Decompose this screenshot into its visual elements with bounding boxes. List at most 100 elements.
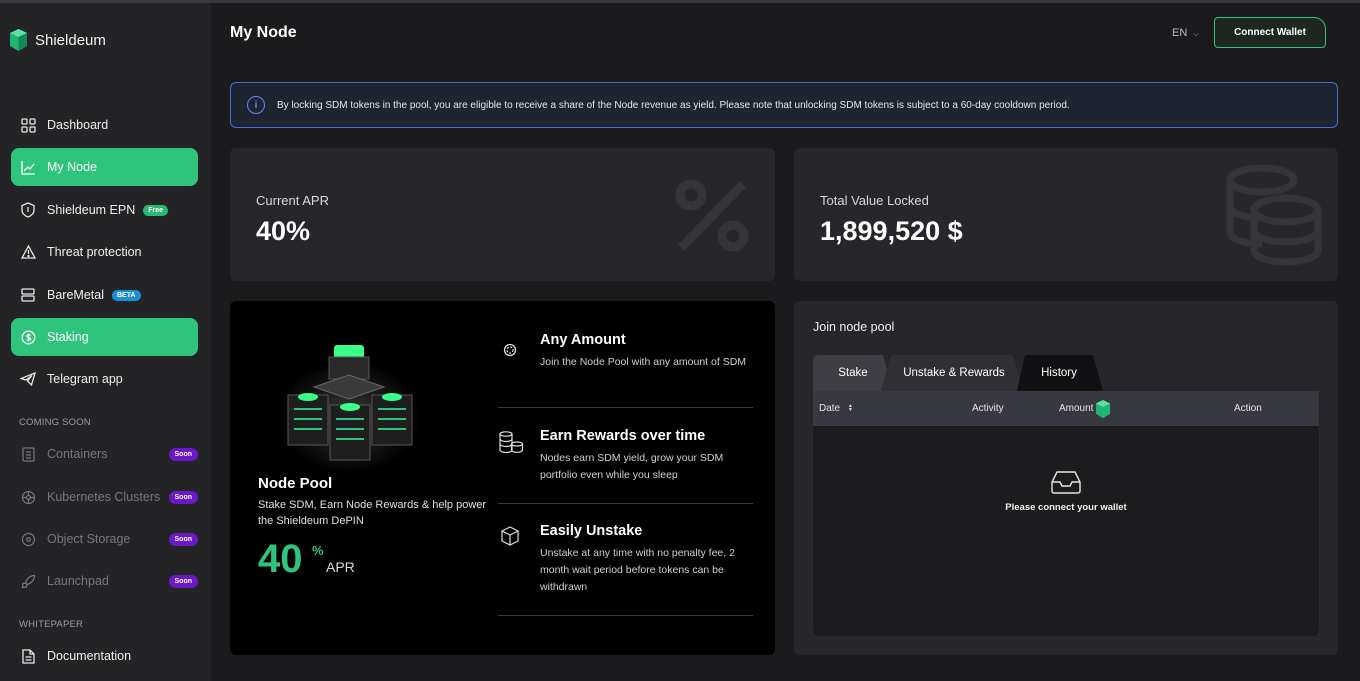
beta-badge: BETA [111, 289, 141, 301]
apr-value: 40% [256, 216, 311, 246]
pool-title: Node Pool [258, 475, 333, 492]
percent-icon [675, 179, 749, 252]
coming-soon-label: COMING SOON [19, 417, 91, 428]
rocket-icon [19, 572, 37, 590]
sidebar-item-label: Shieldeum EPN [47, 203, 136, 217]
apr-card: Current APR 40% [230, 148, 775, 281]
info-text: By locking SDM tokens in the pool, you a… [277, 99, 1070, 111]
page-title: My Node [230, 24, 297, 41]
divider [498, 407, 753, 408]
sidebar-item-label: Launchpad [47, 574, 109, 588]
sidebar-item-label: Telegram app [47, 372, 123, 386]
coin-stack-icon [499, 431, 524, 454]
sort-icon: ▲▼ [847, 403, 853, 414]
inbox-icon [1051, 471, 1081, 494]
staking-icon [19, 328, 37, 346]
sidebar-item-staking[interactable]: Staking [11, 318, 198, 356]
language-selector[interactable]: EN ⌵ [1172, 27, 1199, 39]
tvl-value: 1,899,520 $ [820, 216, 963, 246]
feature-description: Nodes earn SDM yield, grow your SDM port… [540, 452, 724, 481]
coin-icon [503, 343, 517, 357]
chevron-down-icon: ⌵ [1193, 31, 1199, 38]
feature-title: Easily Unstake [540, 523, 643, 539]
sidebar: Shieldeum Dashboard My Node Shieldeum EP… [0, 3, 211, 681]
column-label: Amount [1059, 403, 1094, 414]
divider [498, 503, 753, 504]
sidebar-item-documentation[interactable]: Documentation [11, 637, 198, 675]
tvl-card: Total Value Locked 1,899,520 $ [794, 148, 1338, 281]
language-value: EN [1172, 27, 1188, 39]
sidebar-item-launchpad[interactable]: Launchpad Soon [11, 562, 198, 600]
apr-label: Current APR [256, 193, 329, 208]
sidebar-item-telegram[interactable]: Telegram app [11, 360, 198, 398]
soon-badge: Soon [168, 490, 198, 504]
shieldeum-logo-icon [10, 29, 27, 51]
pool-apr-label: APR [326, 559, 355, 575]
column-activity: Activity [972, 403, 1004, 414]
sidebar-item-baremetal[interactable]: BareMetal BETA [11, 276, 198, 314]
shield-icon [19, 201, 37, 219]
column-action: Action [1234, 403, 1262, 414]
column-label: Date [819, 403, 841, 414]
sidebar-item-label: Documentation [47, 649, 132, 663]
tab-history[interactable]: History [1019, 355, 1099, 391]
brand[interactable]: Shieldeum [10, 29, 106, 51]
join-title: Join node pool [813, 320, 895, 334]
tvl-label: Total Value Locked [820, 193, 929, 208]
pool-apr-percent: % [312, 543, 324, 558]
soon-badge: Soon [168, 447, 198, 461]
table-header: Date ▲▼ Activity Amount Action [813, 391, 1319, 426]
divider [498, 615, 753, 616]
sidebar-item-label: Threat protection [47, 245, 142, 259]
warning-icon [19, 243, 37, 261]
sidebar-item-label: Containers [47, 447, 108, 461]
sidebar-item-label: Dashboard [47, 118, 109, 132]
sidebar-item-containers[interactable]: Containers Soon [11, 435, 198, 473]
feature-title: Any Amount [540, 332, 626, 348]
kubernetes-icon [19, 488, 37, 506]
node-servers-illustration [277, 345, 421, 473]
column-amount: Amount [1059, 399, 1111, 418]
sidebar-item-label: Staking [47, 330, 89, 344]
free-badge: Free [143, 204, 169, 216]
sidebar-item-shieldeum-epn[interactable]: Shieldeum EPN Free [11, 191, 198, 229]
sidebar-item-object-storage[interactable]: Object Storage Soon [11, 520, 198, 558]
feature-description: Join the Node Pool with any amount of SD… [540, 356, 747, 368]
server-icon [19, 286, 37, 304]
pool-apr-value: 40 [258, 537, 303, 581]
connect-wallet-button[interactable]: Connect Wallet [1214, 17, 1326, 48]
node-pool-card: Node Pool Stake SDM, Earn Node Rewards &… [230, 301, 775, 655]
brand-name: Shieldeum [35, 31, 106, 49]
sidebar-item-label: BareMetal [47, 288, 104, 302]
sdm-token-icon [1096, 399, 1111, 418]
storage-icon [19, 530, 37, 548]
document-icon [19, 647, 37, 665]
feature-description: Unstake at any time with no penalty fee,… [540, 547, 735, 593]
grid-icon [19, 116, 37, 134]
sidebar-item-label: Kubernetes Clusters [47, 490, 161, 504]
soon-badge: Soon [168, 532, 198, 546]
pool-description: Stake SDM, Earn Node Rewards & help powe… [258, 499, 487, 527]
chart-line-icon [19, 158, 37, 176]
sidebar-item-kubernetes[interactable]: Kubernetes Clusters Soon [11, 478, 198, 516]
sidebar-item-threat-protection[interactable]: Threat protection [11, 233, 198, 271]
column-date[interactable]: Date ▲▼ [819, 403, 853, 414]
whitepaper-label: WHITEPAPER [19, 619, 84, 630]
telegram-icon [19, 370, 37, 388]
container-icon [19, 445, 37, 463]
join-node-pool-card: Join node pool Stake Unstake & Rewards H… [794, 301, 1338, 655]
sidebar-item-dashboard[interactable]: Dashboard [11, 106, 198, 144]
tab-unstake-rewards[interactable]: Unstake & Rewards [893, 355, 1015, 391]
info-icon: i [247, 96, 265, 114]
tab-stake[interactable]: Stake [813, 355, 893, 391]
sidebar-item-label: Object Storage [47, 532, 131, 546]
empty-state-text: Please connect your wallet [1005, 502, 1127, 513]
sidebar-item-label: My Node [47, 160, 98, 174]
sidebar-item-my-node[interactable]: My Node [11, 148, 198, 186]
database-icon [1226, 164, 1322, 266]
table-body: Please connect your wallet [813, 426, 1319, 636]
cube-icon [500, 526, 520, 546]
info-banner: i By locking SDM tokens in the pool, you… [230, 82, 1338, 128]
feature-title: Earn Rewards over time [540, 428, 706, 444]
soon-badge: Soon [168, 574, 198, 588]
